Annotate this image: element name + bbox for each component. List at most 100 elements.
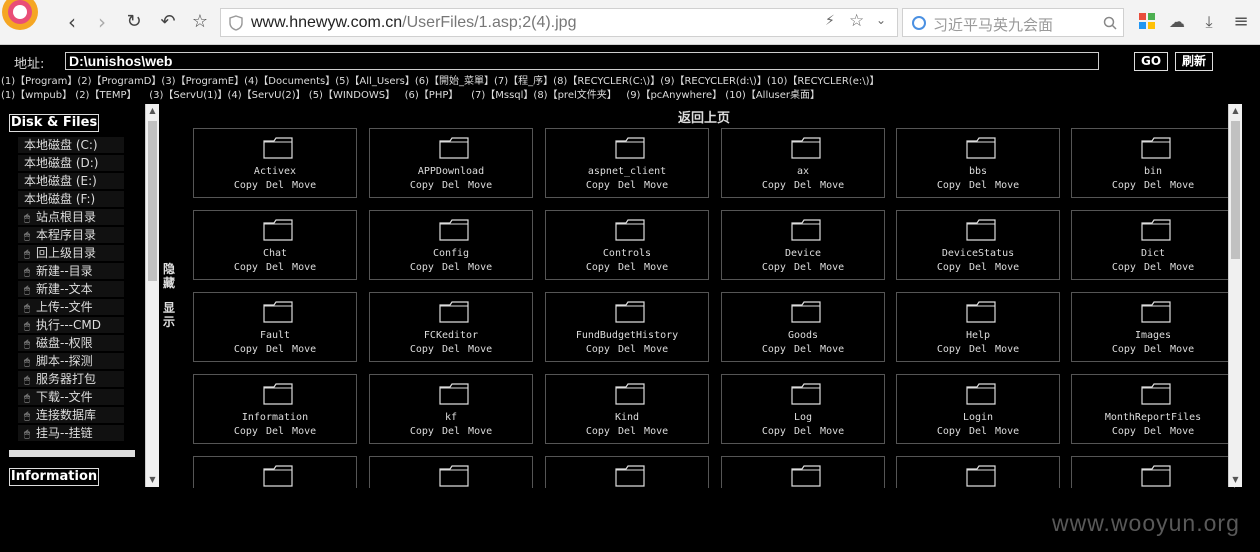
shortcut-links-row-2[interactable]: (1)【wmpub】 (2)【TEMP】 (3)【ServU(1)】(4)【Se… [1,89,820,102]
folder-name-link[interactable]: Images [1072,330,1234,341]
folder-actions[interactable]: Copy Del Move [1072,180,1234,191]
scroll-up-icon[interactable]: ▲ [146,104,159,118]
apps-grid-icon[interactable] [1139,13,1155,29]
folder-actions[interactable]: Copy Del Move [897,426,1059,437]
hide-toggle[interactable]: 隐藏 [162,262,176,290]
scroll-down-icon[interactable]: ▼ [146,473,159,487]
search-bar[interactable]: 习近平马英九会面 [902,8,1124,37]
folder-tile[interactable]: DeviceStatus Copy Del Move [896,210,1060,280]
sidebar-action-item[interactable]: 🖱 上传--文件 [18,299,124,315]
folder-actions[interactable]: Copy Del Move [546,262,708,273]
show-toggle[interactable]: 显示 [162,301,176,329]
folder-actions[interactable]: Copy Del Move [546,426,708,437]
folder-actions[interactable]: Copy Del Move [897,344,1059,355]
folder-name-link[interactable]: Kind [546,412,708,423]
folder-tile[interactable] [193,456,357,488]
folder-name-link[interactable]: FCKeditor [370,330,532,341]
folder-actions[interactable]: Copy Del Move [194,262,356,273]
folder-actions[interactable]: Copy Del Move [370,426,532,437]
folder-actions[interactable]: Copy Del Move [897,262,1059,273]
folder-actions[interactable]: Copy Del Move [194,180,356,191]
folder-name-link[interactable]: Log [722,412,884,423]
folder-name-link[interactable]: Config [370,248,532,259]
folder-name-link[interactable]: Goods [722,330,884,341]
download-icon[interactable]: ⤓ [1198,11,1220,33]
folder-name-link[interactable]: FundBudgetHistory [546,330,708,341]
folder-tile[interactable]: ax Copy Del Move [721,128,885,198]
folder-name-link[interactable]: Fault [194,330,356,341]
folder-tile[interactable]: Goods Copy Del Move [721,292,885,362]
folder-actions[interactable]: Copy Del Move [722,426,884,437]
folder-name-link[interactable]: Controls [546,248,708,259]
folder-tile[interactable]: aspnet_client Copy Del Move [545,128,709,198]
folder-actions[interactable]: Copy Del Move [1072,262,1234,273]
folder-actions[interactable]: Copy Del Move [722,344,884,355]
folder-actions[interactable]: Copy Del Move [370,262,532,273]
folder-tile[interactable]: Kind Copy Del Move [545,374,709,444]
folder-actions[interactable]: Copy Del Move [722,262,884,273]
sidebar-action-item[interactable]: 🖱 挂马--挂链 [18,425,124,441]
folder-tile[interactable]: Activex Copy Del Move [193,128,357,198]
folder-tile[interactable]: Help Copy Del Move [896,292,1060,362]
sidebar-disk-item[interactable]: 本地磁盘 (F:) [18,191,124,207]
sidebar-action-item[interactable]: 🖱 服务器打包 [18,371,124,387]
main-scrollbar[interactable]: ▲ ▼ [1228,104,1242,487]
folder-name-link[interactable]: APPDownload [370,166,532,177]
folder-tile[interactable]: Chat Copy Del Move [193,210,357,280]
forward-icon[interactable]: › [90,10,114,34]
sidebar-disk-item[interactable]: 本地磁盘 (C:) [18,137,124,153]
sidebar-action-item[interactable]: 🖱 回上级目录 [18,245,124,261]
folder-tile[interactable]: Log Copy Del Move [721,374,885,444]
folder-name-link[interactable]: Activex [194,166,356,177]
folder-tile[interactable]: FCKeditor Copy Del Move [369,292,533,362]
folder-name-link[interactable]: aspnet_client [546,166,708,177]
folder-name-link[interactable]: ax [722,166,884,177]
sidebar-disk-item[interactable]: 本地磁盘 (E:) [18,173,124,189]
sidebar-action-item[interactable]: 🖱 脚本--探测 [18,353,124,369]
folder-actions[interactable]: Copy Del Move [194,344,356,355]
refresh-button[interactable]: 刷新 [1175,52,1213,71]
cloud-icon[interactable]: ☁ [1166,11,1188,33]
undo-icon[interactable]: ↶ [156,10,180,34]
folder-tile[interactable]: Dict Copy Del Move [1071,210,1235,280]
sidebar-action-item[interactable]: 🖱 执行---CMD [18,317,124,333]
folder-actions[interactable]: Copy Del Move [1072,344,1234,355]
folder-tile[interactable]: APPDownload Copy Del Move [369,128,533,198]
sidebar-scroll-thumb[interactable] [148,121,157,281]
folder-actions[interactable]: Copy Del Move [1072,426,1234,437]
favorite-star-icon[interactable]: ☆ [849,11,864,31]
main-scroll-thumb[interactable] [1231,121,1240,259]
folder-tile[interactable]: MonthReportFiles Copy Del Move [1071,374,1235,444]
shortcut-links-row-1[interactable]: (1)【Program】(2)【ProgramD】(3)【ProgramE】(4… [1,75,880,88]
folder-name-link[interactable]: Help [897,330,1059,341]
folder-tile[interactable] [896,456,1060,488]
folder-tile[interactable]: kf Copy Del Move [369,374,533,444]
folder-tile[interactable] [545,456,709,488]
bookmark-star-icon[interactable]: ☆ [188,10,212,34]
folder-actions[interactable]: Copy Del Move [370,180,532,191]
folder-name-link[interactable]: Dict [1072,248,1234,259]
back-icon[interactable]: ‹ [60,10,84,34]
lightning-icon[interactable]: ⚡ [825,13,835,29]
sidebar-action-item[interactable]: 🖱 新建--目录 [18,263,124,279]
folder-actions[interactable]: Copy Del Move [722,180,884,191]
folder-actions[interactable]: Copy Del Move [370,344,532,355]
sidebar-action-item[interactable]: 🖱 新建--文本 [18,281,124,297]
folder-tile[interactable] [369,456,533,488]
folder-tile[interactable]: Config Copy Del Move [369,210,533,280]
folder-name-link[interactable]: DeviceStatus [897,248,1059,259]
sidebar-action-item[interactable]: 🖱 连接数据库 [18,407,124,423]
folder-tile[interactable]: Fault Copy Del Move [193,292,357,362]
folder-tile[interactable]: Controls Copy Del Move [545,210,709,280]
folder-actions[interactable]: Copy Del Move [546,344,708,355]
search-icon[interactable] [1103,16,1117,30]
folder-tile[interactable]: Images Copy Del Move [1071,292,1235,362]
folder-name-link[interactable]: MonthReportFiles [1072,412,1234,423]
sidebar-action-item[interactable]: 🖱 下载--文件 [18,389,124,405]
sidebar-disk-item[interactable]: 本地磁盘 (D:) [18,155,124,171]
folder-tile[interactable] [1071,456,1235,488]
address-bar[interactable]: www.hnewyw.com.cn/UserFiles/1.asp;2(4).j… [220,8,898,37]
folder-actions[interactable]: Copy Del Move [194,426,356,437]
sidebar-scrollbar[interactable]: ▲ ▼ [145,104,159,487]
folder-tile[interactable]: FundBudgetHistory Copy Del Move [545,292,709,362]
